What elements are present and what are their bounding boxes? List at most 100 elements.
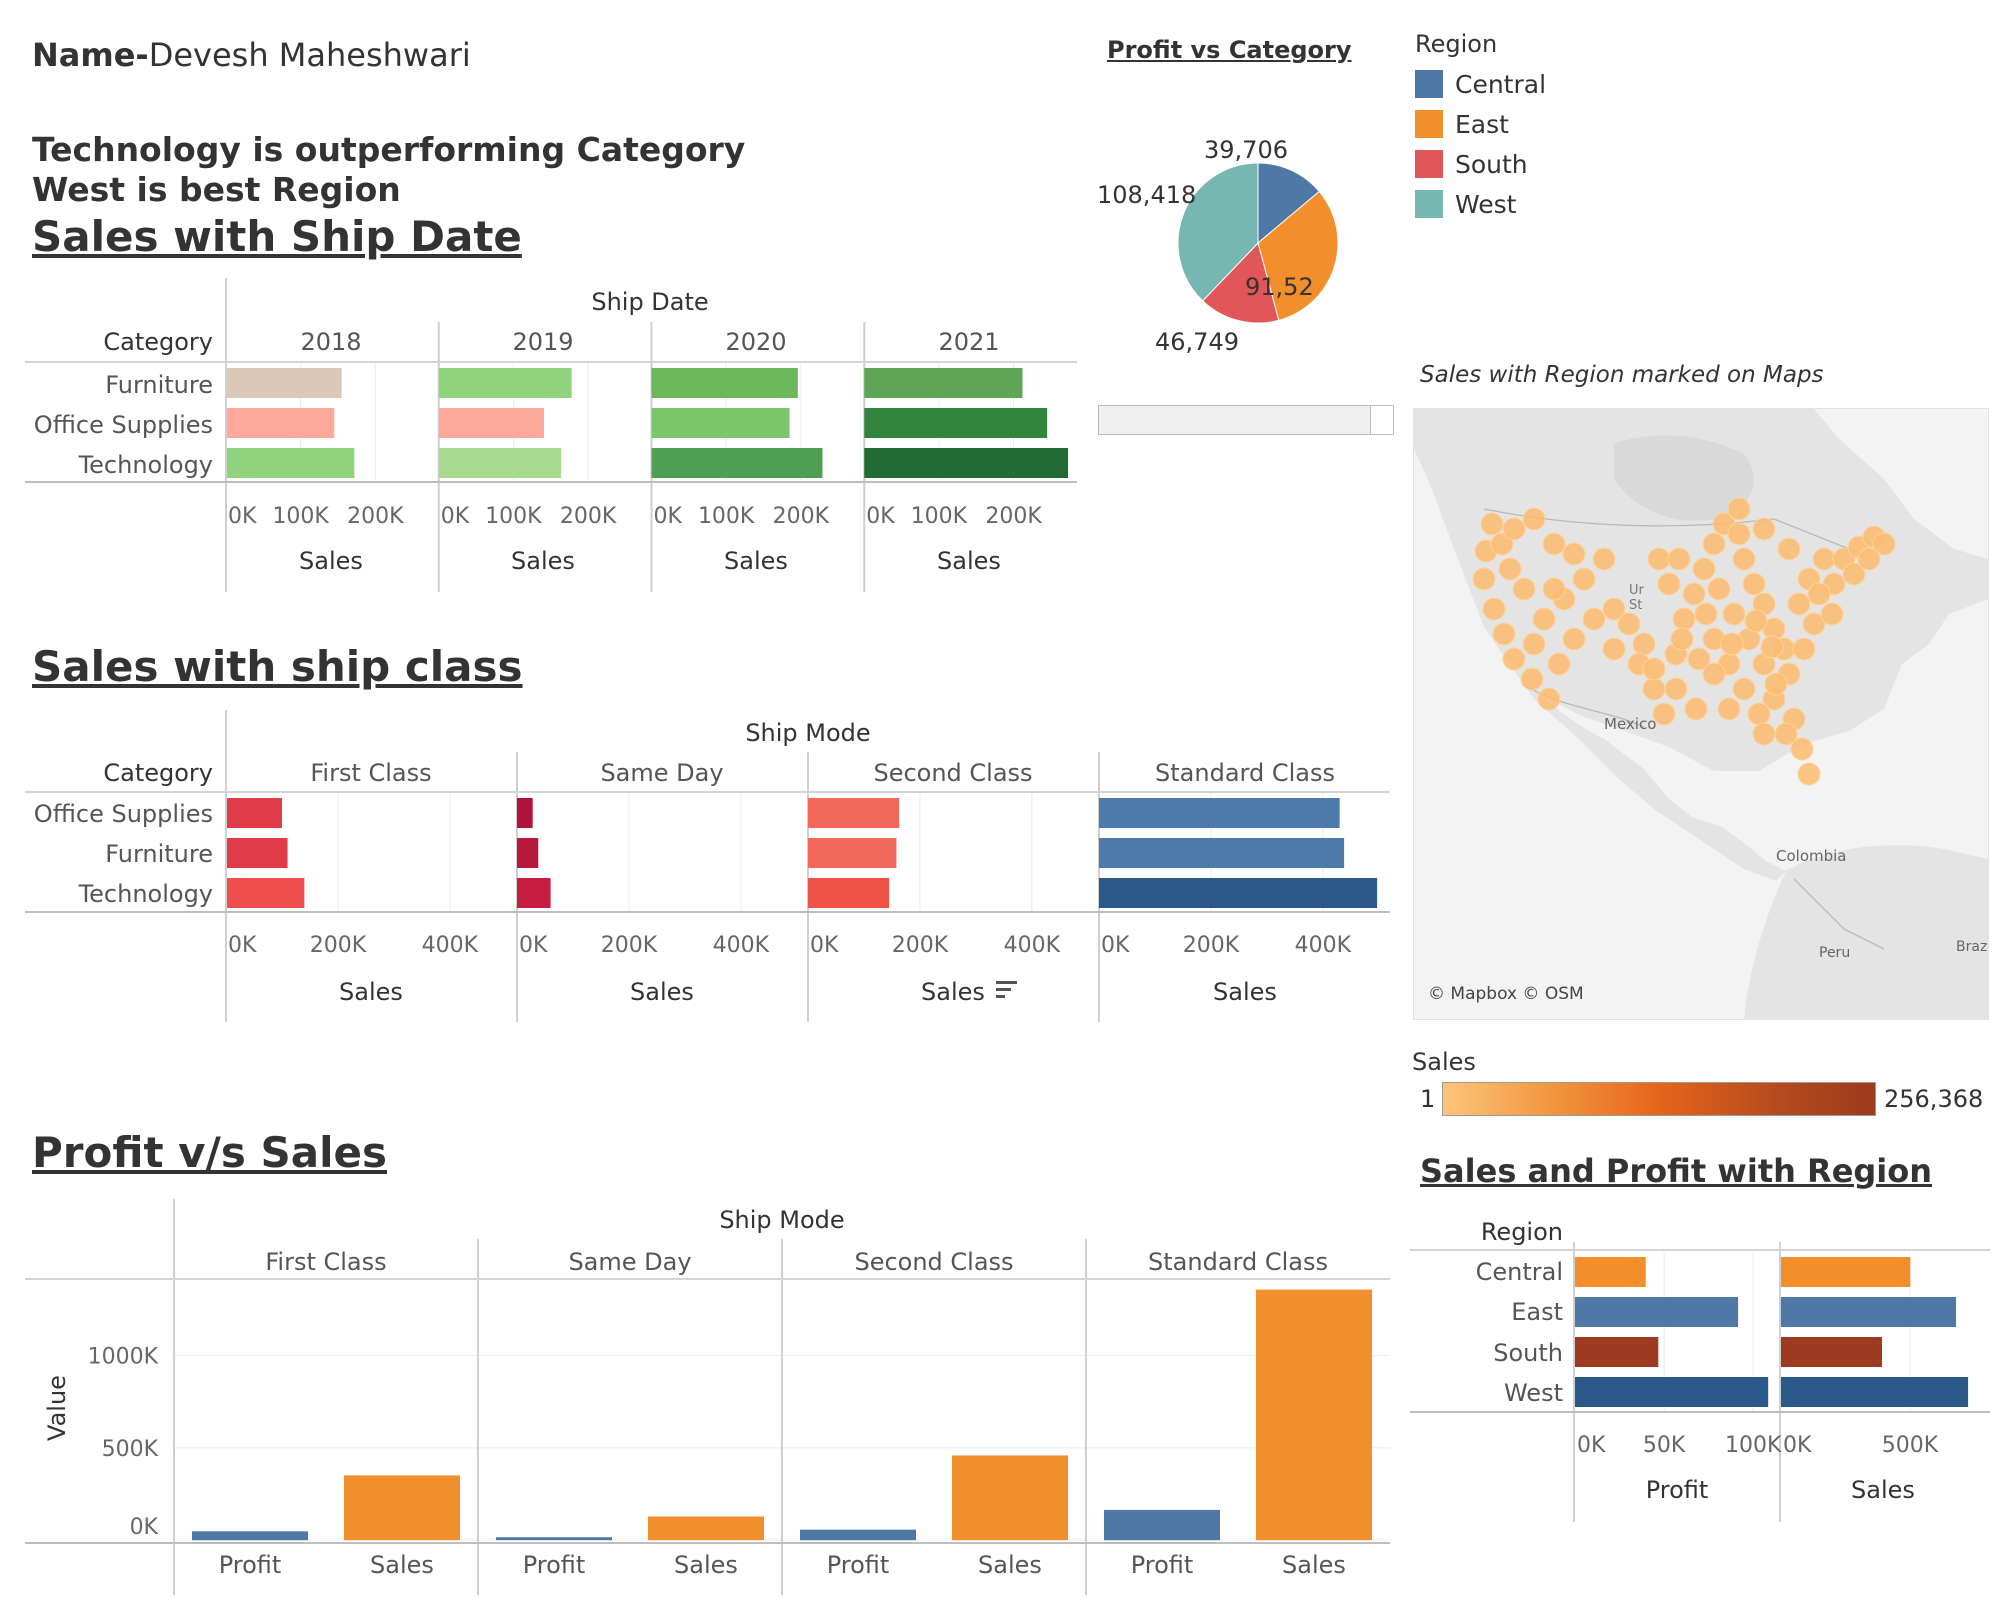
pvs-bar-standard-class-sales[interactable] bbox=[1256, 1289, 1372, 1541]
map-sales-point[interactable] bbox=[1790, 737, 1814, 761]
sort-icon[interactable] bbox=[996, 981, 1017, 998]
map-sales-point[interactable] bbox=[1520, 667, 1544, 691]
map-sales-point[interactable] bbox=[1722, 602, 1746, 626]
pie-scrollbar[interactable] bbox=[1098, 405, 1394, 435]
map-sales-point[interactable] bbox=[1657, 572, 1681, 596]
map-sales-point[interactable] bbox=[1502, 517, 1526, 541]
ship-date-bar-2018-technology[interactable] bbox=[226, 448, 355, 478]
region-bar-sales-east[interactable] bbox=[1781, 1297, 1957, 1327]
legend-item-west[interactable]: West bbox=[1415, 184, 1546, 224]
map-sales-point[interactable] bbox=[1492, 622, 1516, 646]
map-sales-point[interactable] bbox=[1480, 512, 1504, 536]
map-sales-point[interactable] bbox=[1522, 632, 1546, 656]
ship-date-bar-2020-technology[interactable] bbox=[651, 448, 823, 478]
map-sales-point[interactable] bbox=[1742, 572, 1766, 596]
ship-date-bar-2021-office-supplies[interactable] bbox=[864, 408, 1048, 438]
ship-class-bar-standard-class-technology[interactable] bbox=[1099, 878, 1378, 908]
map-sales-point[interactable] bbox=[1687, 647, 1711, 671]
ship-class-bar-second-class-technology[interactable] bbox=[808, 878, 890, 908]
scrollbar-thumb[interactable] bbox=[1370, 406, 1393, 434]
ship-class-bar-first-class-furniture[interactable] bbox=[226, 838, 288, 868]
region-bar-profit-south[interactable] bbox=[1575, 1337, 1659, 1367]
ship-class-bar-same-day-office-supplies[interactable] bbox=[517, 798, 533, 828]
map-sales-point[interactable] bbox=[1812, 547, 1836, 571]
map-sales-point[interactable] bbox=[1764, 672, 1788, 696]
ship-date-bar-2020-office-supplies[interactable] bbox=[651, 408, 790, 438]
map-sales-point[interactable] bbox=[1532, 607, 1556, 631]
pvs-bar-first-class-sales[interactable] bbox=[344, 1475, 460, 1541]
map-sales-point[interactable] bbox=[1632, 632, 1656, 656]
map-sales-point[interactable] bbox=[1752, 517, 1776, 541]
map-sales-point[interactable] bbox=[1792, 637, 1816, 661]
map-sales-point[interactable] bbox=[1472, 567, 1496, 591]
map-sales-point[interactable] bbox=[1522, 507, 1546, 531]
region-bar-sales-south[interactable] bbox=[1781, 1337, 1883, 1367]
map-sales-point[interactable] bbox=[1672, 607, 1696, 631]
ship-class-bar-first-class-technology[interactable] bbox=[226, 878, 305, 908]
map-sales-point[interactable] bbox=[1694, 602, 1718, 626]
map-sales-point[interactable] bbox=[1547, 652, 1571, 676]
map-sales-point[interactable] bbox=[1572, 567, 1596, 591]
map-sales-point[interactable] bbox=[1857, 547, 1881, 571]
map-sales-point[interactable] bbox=[1797, 762, 1821, 786]
ship-class-bar-second-class-furniture[interactable] bbox=[808, 838, 897, 868]
ship-date-bar-2019-technology[interactable] bbox=[438, 448, 562, 478]
map-sales-point[interactable] bbox=[1602, 637, 1626, 661]
ship-date-bar-2020-furniture[interactable] bbox=[651, 368, 798, 398]
ship-class-bar-standard-class-furniture[interactable] bbox=[1099, 838, 1345, 868]
map-sales-point[interactable] bbox=[1617, 612, 1641, 636]
map-sales-point[interactable] bbox=[1744, 609, 1768, 633]
ship-date-bar-2019-office-supplies[interactable] bbox=[438, 408, 545, 438]
map-sales-point[interactable] bbox=[1482, 597, 1506, 621]
map-sales-point[interactable] bbox=[1562, 542, 1586, 566]
map-sales-point[interactable] bbox=[1592, 547, 1616, 571]
region-bar-profit-west[interactable] bbox=[1575, 1377, 1769, 1407]
map-sales-point[interactable] bbox=[1542, 577, 1566, 601]
map-sales-point[interactable] bbox=[1642, 657, 1666, 681]
ship-date-bar-2018-office-supplies[interactable] bbox=[226, 408, 335, 438]
map-sales-point[interactable] bbox=[1562, 627, 1586, 651]
region-bar-profit-central[interactable] bbox=[1575, 1257, 1646, 1287]
region-bar-sales-west[interactable] bbox=[1781, 1377, 1969, 1407]
map-sales-point[interactable] bbox=[1692, 557, 1716, 581]
map-sales-point[interactable] bbox=[1717, 697, 1741, 721]
map-sales-point[interactable] bbox=[1498, 557, 1522, 581]
map-sales-point[interactable] bbox=[1727, 522, 1751, 546]
pvs-bar-second-class-profit[interactable] bbox=[800, 1529, 916, 1541]
map-sales-point[interactable] bbox=[1667, 547, 1691, 571]
map-sales-point[interactable] bbox=[1707, 577, 1731, 601]
map-sales-point[interactable] bbox=[1807, 582, 1831, 606]
map-sales-point[interactable] bbox=[1777, 537, 1801, 561]
legend-item-east[interactable]: East bbox=[1415, 104, 1546, 144]
map-sales-point[interactable] bbox=[1537, 687, 1561, 711]
ship-date-bar-2018-furniture[interactable] bbox=[226, 368, 342, 398]
map-sales-point[interactable] bbox=[1727, 497, 1751, 521]
map-attribution[interactable]: © Mapbox © OSM bbox=[1428, 984, 1584, 1004]
map-sales-point[interactable] bbox=[1642, 677, 1666, 701]
map-sales-point[interactable] bbox=[1752, 722, 1776, 746]
map-sales-point[interactable] bbox=[1787, 592, 1811, 616]
ship-class-bar-standard-class-office-supplies[interactable] bbox=[1099, 798, 1340, 828]
map-sales-point[interactable] bbox=[1684, 697, 1708, 721]
map-sales-point[interactable] bbox=[1682, 582, 1706, 606]
map-sales-point[interactable] bbox=[1647, 547, 1671, 571]
region-bar-sales-central[interactable] bbox=[1781, 1257, 1911, 1287]
map-sales-point[interactable] bbox=[1732, 677, 1756, 701]
map-sales-point[interactable] bbox=[1732, 547, 1756, 571]
ship-date-bar-2021-technology[interactable] bbox=[864, 448, 1069, 478]
pvs-bar-same-day-sales[interactable] bbox=[648, 1516, 764, 1541]
pvs-bar-first-class-profit[interactable] bbox=[192, 1531, 308, 1541]
ship-class-bar-first-class-office-supplies[interactable] bbox=[226, 798, 282, 828]
map-sales-point[interactable] bbox=[1670, 627, 1694, 651]
ship-class-bar-same-day-furniture[interactable] bbox=[517, 838, 539, 868]
ship-class-bar-second-class-office-supplies[interactable] bbox=[808, 798, 900, 828]
legend-item-south[interactable]: South bbox=[1415, 144, 1546, 184]
map-sales-point[interactable] bbox=[1512, 577, 1536, 601]
map-sales-point[interactable] bbox=[1664, 677, 1688, 701]
region-bar-profit-east[interactable] bbox=[1575, 1297, 1739, 1327]
map-sales-point[interactable] bbox=[1582, 607, 1606, 631]
pvs-bar-same-day-profit[interactable] bbox=[496, 1537, 612, 1541]
map-sales-point[interactable] bbox=[1502, 647, 1526, 671]
pvs-bar-standard-class-profit[interactable] bbox=[1104, 1509, 1220, 1541]
sales-map[interactable]: Mexico Colombia Peru Braz Ur St © Mapbox… bbox=[1413, 408, 1989, 1020]
